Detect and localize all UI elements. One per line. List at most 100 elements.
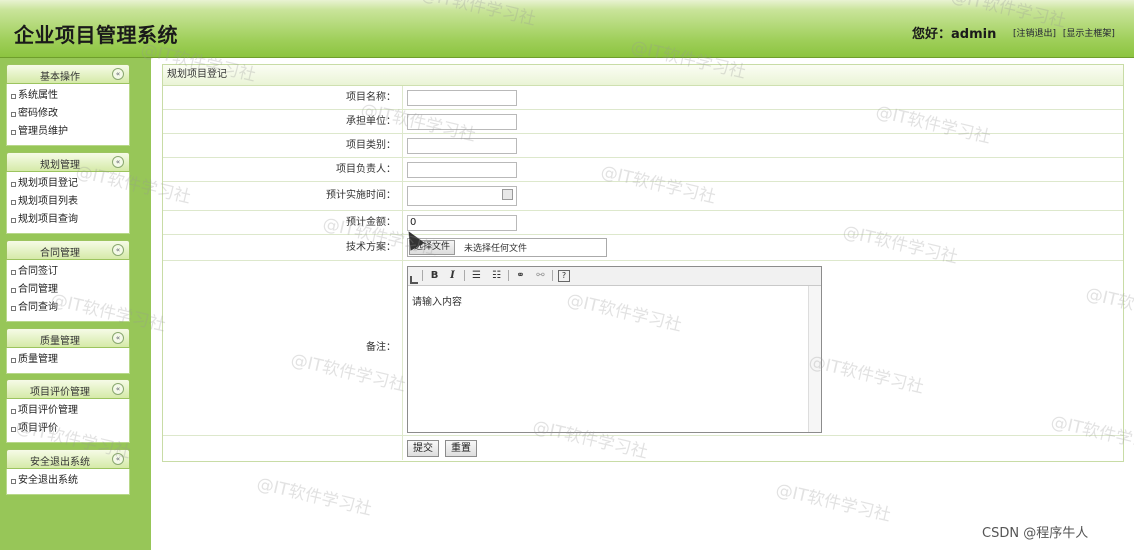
- collapse-icon[interactable]: «: [112, 383, 124, 395]
- sidebar-item-change-password[interactable]: 密码修改: [7, 105, 129, 123]
- bullet-icon: [11, 427, 16, 432]
- field-label: 项目名称：: [163, 86, 403, 109]
- header-links: [注销退出] [显示主框架]: [1013, 26, 1119, 39]
- editor-toolbar: B I ☰ ☷ ⚭ ⚯ ?: [408, 267, 821, 286]
- toolbar-separator: [552, 270, 553, 281]
- bullet-icon: [11, 409, 16, 414]
- remark-rich-editor[interactable]: B I ☰ ☷ ⚭ ⚯ ? 请输入内容: [407, 266, 822, 433]
- planned-date-input[interactable]: [407, 186, 517, 206]
- plan-register-panel: 规划项目登记 项目名称： 承担单位： 项目类别： 项目负责人： 预计实施时间： …: [162, 64, 1124, 462]
- bullet-icon: [11, 358, 16, 363]
- collapse-icon[interactable]: «: [112, 244, 124, 256]
- watermark: @IT软件学习社: [254, 473, 374, 520]
- editor-scrollbar[interactable]: [808, 286, 821, 432]
- sidebar: 基本操作 « 系统属性 密码修改 管理员维护 规划管理 « 规划项目登记 规划项…: [0, 58, 151, 550]
- sidebar-item-contract-sign[interactable]: 合同签订: [7, 263, 129, 281]
- sidebar-item-plan-query[interactable]: 规划项目查询: [7, 211, 129, 229]
- link-icon[interactable]: ⚭: [514, 269, 527, 282]
- help-icon[interactable]: ?: [558, 270, 570, 282]
- sidebar-item-plan-register[interactable]: 规划项目登记: [7, 175, 129, 193]
- form-row-plan: 技术方案： 选择文件 未选择任何文件: [163, 235, 1123, 261]
- field-label: 技术方案：: [163, 235, 403, 260]
- field-label: [163, 436, 403, 460]
- app-header: 企业项目管理系统 您好：admin [注销退出] [显示主框架]: [0, 0, 1134, 58]
- user-greeting: 您好：admin: [912, 27, 997, 42]
- resize-corner-icon: [410, 276, 418, 284]
- credit-text: CSDN @程序牛人: [982, 526, 1089, 541]
- form-row-actions: 提交 重置: [163, 436, 1123, 460]
- collapse-icon[interactable]: «: [112, 156, 124, 168]
- sidebar-group-title: 合同管理: [40, 248, 80, 259]
- sidebar-item-contract-query[interactable]: 合同查询: [7, 299, 129, 317]
- panel-title: 规划项目登记: [163, 65, 1123, 86]
- sidebar-group-header[interactable]: 基本操作 «: [6, 64, 130, 84]
- unlink-icon[interactable]: ⚯: [534, 269, 547, 282]
- bullet-icon: [11, 218, 16, 223]
- form-row-leader: 项目负责人：: [163, 158, 1123, 182]
- sidebar-group-title: 质量管理: [40, 336, 80, 347]
- field-label: 项目类别：: [163, 134, 403, 157]
- toolbar-separator: [464, 270, 465, 281]
- submit-button[interactable]: 提交: [407, 440, 439, 457]
- sidebar-group-basic: 基本操作 « 系统属性 密码修改 管理员维护: [6, 64, 130, 146]
- file-status: 未选择任何文件: [464, 244, 528, 254]
- sidebar-group-title: 项目评价管理: [30, 387, 90, 398]
- reset-button[interactable]: 重置: [445, 440, 477, 457]
- field-label: 预计实施时间：: [163, 182, 403, 210]
- toolbar-separator: [422, 270, 423, 281]
- form-row-name: 项目名称：: [163, 86, 1123, 110]
- project-name-input[interactable]: [407, 90, 517, 106]
- project-leader-input[interactable]: [407, 162, 517, 178]
- bullet-icon: [11, 479, 16, 484]
- sidebar-item-system-properties[interactable]: 系统属性: [7, 87, 129, 105]
- unordered-list-icon[interactable]: ☷: [490, 269, 503, 282]
- form-row-amount: 预计金额： 0: [163, 211, 1123, 235]
- field-label: 预计金额：: [163, 211, 403, 234]
- bold-icon[interactable]: B: [428, 269, 441, 282]
- ordered-list-icon[interactable]: ☰: [470, 269, 483, 282]
- editor-placeholder: 请输入内容: [412, 297, 462, 308]
- form-row-category: 项目类别：: [163, 134, 1123, 158]
- bullet-icon: [11, 306, 16, 311]
- show-main-frame-link[interactable]: [显示主框架]: [1063, 29, 1115, 39]
- logout-link[interactable]: [注销退出]: [1013, 29, 1056, 39]
- sidebar-group-header[interactable]: 项目评价管理 «: [6, 379, 130, 399]
- sidebar-group-exit: 安全退出系统 « 安全退出系统: [6, 449, 130, 495]
- bullet-icon: [11, 182, 16, 187]
- field-label: 承担单位：: [163, 110, 403, 133]
- sidebar-group-quality: 质量管理 « 质量管理: [6, 328, 130, 374]
- sidebar-item-evaluation[interactable]: 项目评价: [7, 420, 129, 438]
- sidebar-item-evaluation-manage[interactable]: 项目评价管理: [7, 402, 129, 420]
- project-category-input[interactable]: [407, 138, 517, 154]
- sidebar-group-header[interactable]: 质量管理 «: [6, 328, 130, 348]
- sidebar-group-header[interactable]: 合同管理 «: [6, 240, 130, 260]
- form-row-remark: 备注： B I ☰ ☷ ⚭ ⚯ ? 请输入内容: [163, 261, 1123, 436]
- collapse-icon[interactable]: «: [112, 453, 124, 465]
- undertaking-unit-input[interactable]: [407, 114, 517, 130]
- sidebar-group-planning: 规划管理 « 规划项目登记 规划项目列表 规划项目查询: [6, 152, 130, 234]
- sidebar-item-contract-manage[interactable]: 合同管理: [7, 281, 129, 299]
- form-row-unit: 承担单位：: [163, 110, 1123, 134]
- bullet-icon: [11, 112, 16, 117]
- bullet-icon: [11, 94, 16, 99]
- collapse-icon[interactable]: «: [112, 332, 124, 344]
- sidebar-item-plan-list[interactable]: 规划项目列表: [7, 193, 129, 211]
- sidebar-group-title: 规划管理: [40, 160, 80, 171]
- estimated-amount-input[interactable]: 0: [407, 215, 517, 231]
- toolbar-separator: [508, 270, 509, 281]
- bullet-icon: [11, 130, 16, 135]
- sidebar-group-header[interactable]: 安全退出系统 «: [6, 449, 130, 469]
- field-label: 备注：: [163, 261, 403, 435]
- collapse-icon[interactable]: «: [112, 68, 124, 80]
- watermark: @IT软件学习社: [773, 479, 893, 526]
- sidebar-group-header[interactable]: 规划管理 «: [6, 152, 130, 172]
- sidebar-item-admin-maintenance[interactable]: 管理员维护: [7, 123, 129, 141]
- sidebar-item-safe-exit[interactable]: 安全退出系统: [7, 472, 129, 490]
- italic-icon[interactable]: I: [446, 269, 459, 282]
- form-row-date: 预计实施时间：: [163, 182, 1123, 211]
- sidebar-item-quality-manage[interactable]: 质量管理: [7, 351, 129, 369]
- sidebar-group-title: 安全退出系统: [30, 457, 90, 468]
- app-title: 企业项目管理系统: [14, 23, 178, 47]
- calendar-icon[interactable]: [502, 189, 513, 200]
- sidebar-group-contract: 合同管理 « 合同签订 合同管理 合同查询: [6, 240, 130, 322]
